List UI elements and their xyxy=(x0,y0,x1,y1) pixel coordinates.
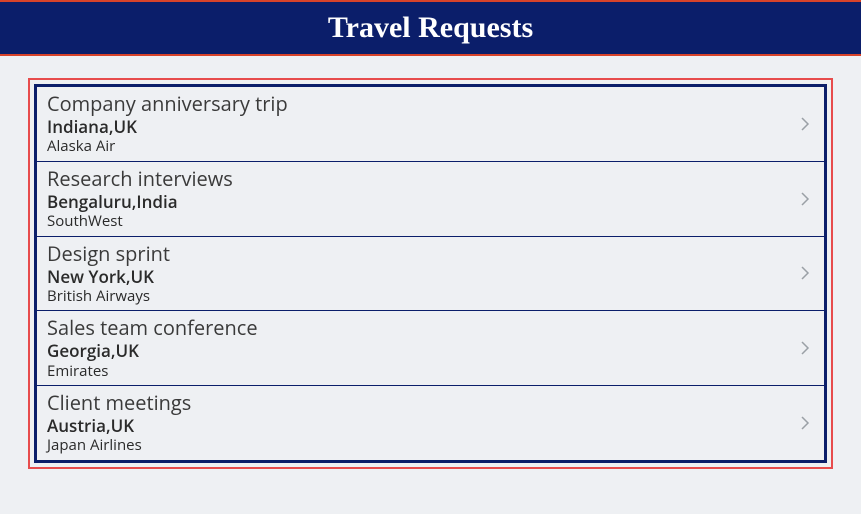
request-airline: Emirates xyxy=(47,362,784,382)
request-title: Client meetings xyxy=(47,390,784,415)
request-airline: Japan Airlines xyxy=(47,436,784,456)
request-airline: British Airways xyxy=(47,287,784,307)
request-title: Research interviews xyxy=(47,166,784,191)
request-title: Company anniversary trip xyxy=(47,91,784,116)
request-airline: SouthWest xyxy=(47,212,784,232)
request-item[interactable]: Company anniversary trip Indiana,UK Alas… xyxy=(37,87,824,162)
request-title: Sales team conference xyxy=(47,315,784,340)
chevron-right-icon xyxy=(800,341,810,355)
chevron-right-icon xyxy=(800,416,810,430)
page-header: Travel Requests xyxy=(0,0,861,56)
page-title: Travel Requests xyxy=(328,11,533,45)
request-title: Design sprint xyxy=(47,241,784,266)
request-item[interactable]: Research interviews Bengaluru,India Sout… xyxy=(37,161,824,237)
requests-panel: Company anniversary trip Indiana,UK Alas… xyxy=(28,78,833,469)
request-destination: Georgia,UK xyxy=(47,340,784,361)
request-destination: New York,UK xyxy=(47,266,784,287)
requests-list: Company anniversary trip Indiana,UK Alas… xyxy=(34,84,827,463)
request-item[interactable]: Design sprint New York,UK British Airway… xyxy=(37,236,824,312)
request-destination: Austria,UK xyxy=(47,415,784,436)
request-destination: Bengaluru,India xyxy=(47,191,784,212)
request-airline: Alaska Air xyxy=(47,137,784,157)
chevron-right-icon xyxy=(800,266,810,280)
request-destination: Indiana,UK xyxy=(47,116,784,137)
chevron-right-icon xyxy=(800,192,810,206)
request-item[interactable]: Sales team conference Georgia,UK Emirate… xyxy=(37,310,824,386)
chevron-right-icon xyxy=(800,117,810,131)
request-item[interactable]: Client meetings Austria,UK Japan Airline… xyxy=(37,385,824,460)
